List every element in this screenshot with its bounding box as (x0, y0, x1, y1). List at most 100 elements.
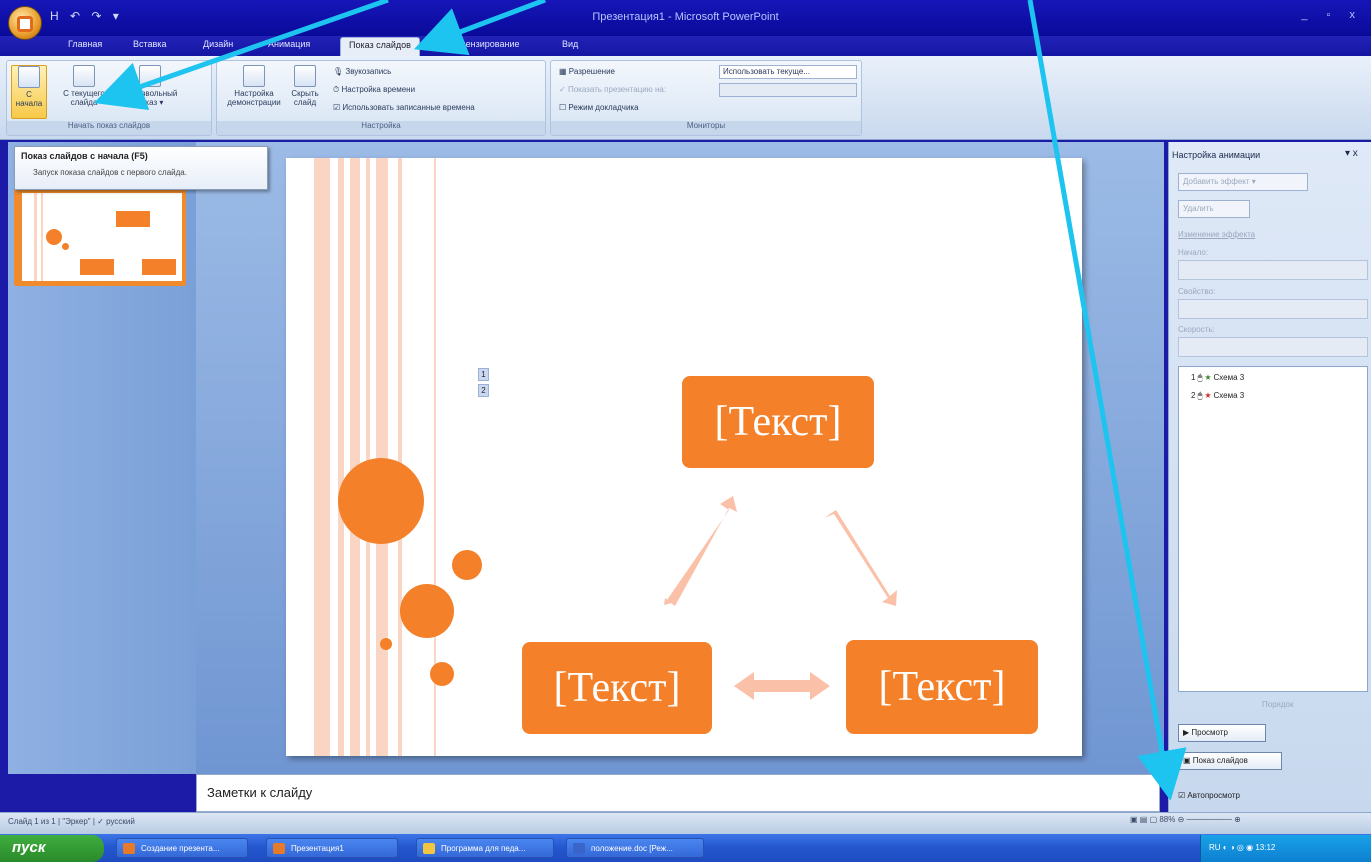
timing-label: Настройка времени (341, 85, 416, 94)
spellcheck-icon[interactable]: ✓ (97, 817, 104, 826)
powerpoint-icon (273, 843, 285, 854)
language-indicator[interactable]: русский (106, 817, 135, 826)
tab-home[interactable]: Главная (68, 39, 102, 49)
tab-design[interactable]: Дизайн (203, 39, 233, 49)
slide-counter: Слайд 1 из 1 (8, 817, 56, 826)
taskbar-item[interactable]: Презентация1 (266, 838, 398, 858)
tooltip: Показ слайдов с начала (F5) Запуск показ… (14, 146, 268, 190)
window-controls[interactable]: _ ▫ x (1301, 9, 1363, 21)
taskbar-item[interactable]: Создание презента... (116, 838, 248, 858)
animation-list-item[interactable]: 1 🖱 ★ Схема 3 (1191, 373, 1244, 383)
animation-list-item[interactable]: 2 🖱 ★ Схема 3 (1191, 391, 1244, 401)
remove-effect-button[interactable]: Удалить (1178, 200, 1250, 218)
cycle-arrow-bottom (734, 672, 830, 700)
resolution-label: ▦ Разрешение (559, 67, 615, 76)
preview-button[interactable]: ▶ Просмотр (1178, 724, 1266, 742)
clock: 13:12 (1255, 843, 1276, 852)
notes-field[interactable]: Заметки к слайду (196, 774, 1160, 812)
use-timings-checkbox[interactable]: ☑ Использовать записанные времена (333, 103, 475, 112)
from-start-button[interactable]: С начала (11, 65, 47, 119)
start-button[interactable]: пуск (0, 835, 104, 862)
office-logo-icon (17, 16, 33, 32)
slide-thumbnail[interactable] (22, 193, 182, 281)
tab-review[interactable]: Рецензирование (450, 39, 520, 49)
projector-icon (73, 65, 95, 87)
office-button[interactable] (8, 6, 42, 40)
from-current-label: С текущего слайда (63, 89, 105, 107)
taskbar-item[interactable]: положение.doc [Реж... (566, 838, 704, 858)
resolution-text: Разрешение (568, 67, 615, 76)
tab-animation[interactable]: Анимация (268, 39, 310, 49)
start-dropdown[interactable] (1178, 260, 1368, 280)
start-label: пуск (12, 839, 46, 856)
reorder-label[interactable]: Порядок (1262, 700, 1294, 709)
setup-label: Настройка демонстрации (227, 89, 281, 107)
zoom-slider[interactable]: ⊖ ──────── ⊕ (1178, 815, 1241, 824)
taskbar-item-label: Презентация1 (291, 844, 344, 853)
hide-slide-button[interactable]: Скрыть слайд (287, 65, 323, 119)
slideshow-button[interactable]: ▣ Показ слайдов (1178, 752, 1282, 770)
hide-slide-label: Скрыть слайд (291, 89, 319, 107)
resolution-dropdown[interactable]: Использовать текуще... (719, 65, 857, 79)
speed-dropdown[interactable] (1178, 337, 1368, 357)
show-on-label: ✓ Показать презентацию на: (559, 85, 667, 94)
speed-label: Скорость: (1178, 325, 1215, 334)
tooltip-text: Запуск показа слайдов с первого слайда. (33, 168, 187, 177)
group-title: Мониторы (551, 121, 861, 135)
tab-view[interactable]: Вид (562, 39, 578, 49)
status-right: ▣ ▤ ▢ 88% ⊖ ──────── ⊕ (1130, 815, 1241, 824)
taskbar-item[interactable]: Программа для педа... (416, 838, 554, 858)
from-start-label: С начала (15, 90, 43, 108)
exit-effect-icon: ★ (1204, 391, 1212, 400)
folder-icon (423, 843, 435, 854)
item-label: Схема 3 (1213, 373, 1245, 382)
cycle-arrow-right (824, 510, 897, 606)
view-buttons[interactable]: ▣ ▤ ▢ (1130, 815, 1157, 824)
cycle-arrows (664, 496, 897, 700)
group-monitors: ▦ Разрешение Использовать текуще... ✓ По… (550, 60, 862, 136)
taskbar-item-label: Создание презента... (141, 844, 220, 853)
tray-icons[interactable]: ◐ ◑ ◎ ◉ (1223, 843, 1253, 852)
window-title: Презентация1 - Microsoft PowerPoint (592, 11, 779, 23)
presenter-view-checkbox[interactable]: ☐ Режим докладчика (559, 103, 639, 112)
preview-label: Просмотр (1191, 728, 1228, 737)
add-effect-button[interactable]: Добавить эффект ▾ (1178, 173, 1308, 191)
tab-insert[interactable]: Вставка (133, 39, 166, 49)
autopreview-label: Автопросмотр (1187, 791, 1240, 800)
animation-list[interactable]: 1 🖱 ★ Схема 3 2 🖱 ★ Схема 3 (1178, 366, 1368, 692)
custom-show-icon (139, 65, 161, 87)
slideshow-label: Показ слайдов (1192, 756, 1248, 765)
item-label: Схема 3 (1213, 391, 1245, 400)
tab-slideshow[interactable]: Показ слайдов (340, 37, 420, 56)
task-pane-title: Настройка анимации (1172, 150, 1261, 160)
rehearse-timings-button[interactable]: ⏱ Настройка времени (333, 85, 415, 95)
word-icon (573, 843, 585, 854)
item-number: 2 (1191, 391, 1196, 400)
zoom-level[interactable]: 88% (1159, 815, 1175, 824)
custom-show-label: Произвольный показ ▾ (122, 89, 178, 107)
show-on-dropdown[interactable] (719, 83, 857, 97)
taskbar-item-label: положение.doc [Реж... (591, 844, 673, 853)
item-number: 1 (1191, 373, 1196, 382)
task-pane-close-icon[interactable]: ▾ x (1345, 148, 1358, 159)
hide-slide-icon (294, 65, 316, 87)
start-label: Начало: (1178, 248, 1209, 257)
property-dropdown[interactable] (1178, 299, 1368, 319)
powerpoint-icon (123, 843, 135, 854)
setup-show-button[interactable]: Настройка демонстрации (225, 65, 283, 119)
from-current-button[interactable]: С текущего слайда (59, 65, 109, 119)
group-title: Начать показ слайдов (7, 121, 211, 135)
record-label: Звукозапись (345, 67, 392, 76)
autopreview-checkbox[interactable]: ☑ Автопросмотр (1178, 791, 1240, 800)
cycle-arrow-left (667, 496, 737, 606)
keyboard-language[interactable]: RU (1209, 843, 1221, 852)
custom-show-button[interactable]: Произвольный показ ▾ (119, 65, 181, 119)
record-narration-button[interactable]: 🎙 Звукозапись (333, 67, 391, 76)
group-start-slideshow: С начала С текущего слайда Произвольный … (6, 60, 212, 136)
ribbon: С начала С текущего слайда Произвольный … (0, 56, 1371, 140)
setup-icon (243, 65, 265, 87)
change-effect-heading: Изменение эффекта (1178, 230, 1256, 239)
presenter-view-label: Режим докладчика (568, 103, 639, 112)
slide-canvas[interactable]: 1 2 [Текст] [Текст] [Текст] (286, 158, 1082, 756)
use-timings-label: Использовать записанные времена (342, 103, 475, 112)
